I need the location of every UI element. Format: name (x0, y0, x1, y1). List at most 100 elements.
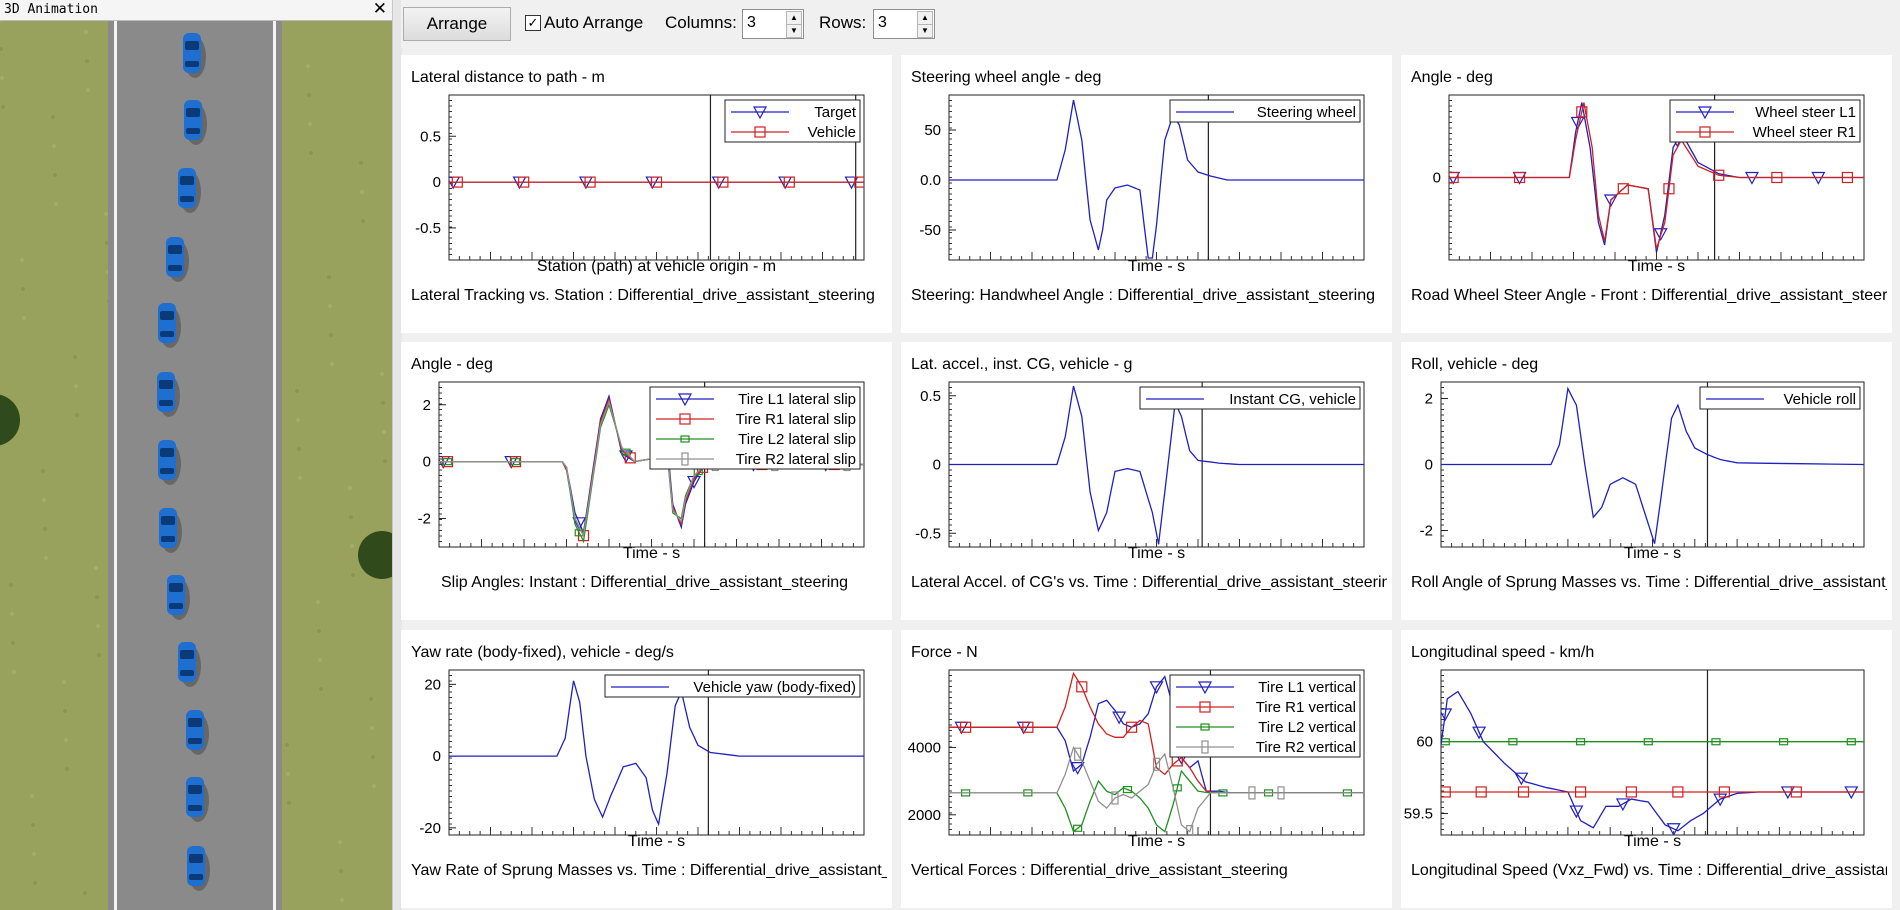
plot-panel[interactable]: Lat. accel., inst. CG, vehicle - g Time -… (901, 342, 1392, 620)
grass-texture (370, 726, 374, 730)
grass-texture (297, 447, 301, 451)
plot-panel[interactable]: Angle - deg Time - s Slip Angles: Instant … (401, 342, 892, 620)
legend-label: Target (814, 104, 857, 121)
grass-texture (31, 823, 35, 827)
grass-texture (21, 287, 25, 291)
grass-texture (33, 881, 37, 885)
grass-texture (319, 687, 323, 691)
plot-canvas[interactable]: 2 0 -2 Vehicle roll (1401, 342, 1892, 620)
grass-texture (63, 709, 67, 713)
columns-input[interactable] (745, 12, 787, 34)
grass-texture (9, 583, 13, 587)
y-tick-label: -2 (418, 511, 431, 528)
y-tick-label: 0 (933, 457, 941, 474)
grass-texture (371, 755, 375, 759)
columns-down-icon[interactable]: ▼ (786, 24, 802, 38)
grass-texture (11, 641, 15, 645)
plot-canvas[interactable]: 60 59.5 (1401, 630, 1892, 908)
columns-spinner[interactable]: ▲ ▼ (742, 9, 804, 39)
plot-canvas[interactable]: 2 0 -2 Tire L1 lateral slip Tire R1 lateral … (401, 342, 892, 620)
rows-input[interactable] (876, 12, 918, 34)
grass-texture (286, 772, 290, 776)
close-icon[interactable]: ✕ (373, 0, 387, 19)
lane-line-right (273, 20, 276, 910)
legend-label: Tire L2 vertical (1258, 719, 1356, 736)
plot-panel[interactable]: Longitudinal speed - km/h Time - s Longitu… (1401, 630, 1892, 908)
plot-canvas[interactable]: 50 0.0 -50 Steering wheel (901, 55, 1392, 333)
grass-texture (75, 413, 79, 417)
legend-label: Vehicle yaw (body-fixed) (693, 679, 856, 696)
plot-panel[interactable]: Roll, vehicle - deg Time - s Roll Angle of… (1401, 342, 1892, 620)
y-tick-label: 59.5 (1404, 805, 1433, 822)
grass-texture (97, 653, 101, 657)
y-tick-label: 50 (924, 122, 941, 139)
rows-label: Rows: (819, 13, 867, 32)
rows-up-icon[interactable]: ▲ (917, 11, 933, 25)
grass-texture (22, 316, 26, 320)
grass-texture (285, 743, 289, 747)
rows-spinner[interactable]: ▲ ▼ (873, 9, 935, 39)
grass-texture (41, 469, 45, 473)
grass-texture (74, 384, 78, 388)
grass-texture (96, 624, 100, 628)
window-title: 3D Animation (4, 2, 98, 17)
grass-texture (62, 680, 66, 684)
columns-up-icon[interactable]: ▲ (786, 11, 802, 25)
arrange-button[interactable]: Arrange (403, 7, 511, 41)
grass-texture (296, 418, 300, 422)
y-tick-label: 0 (433, 174, 441, 191)
y-tick-label: -0.5 (415, 220, 441, 237)
grass-texture (51, 115, 55, 119)
rows-down-icon[interactable]: ▼ (917, 24, 933, 38)
plot-panel[interactable]: Yaw rate (body-fixed), vehicle - deg/s Ti… (401, 630, 892, 908)
legend-label: Tire R2 lateral slip (736, 451, 856, 468)
grass-texture (359, 161, 363, 165)
legend-label: Vehicle (808, 124, 856, 141)
grass-texture (380, 372, 384, 376)
plot-panel[interactable]: Force - N Time - s Vertical Forces : Diffe… (901, 630, 1392, 908)
auto-arrange-checkbox[interactable]: ✓ (525, 15, 541, 31)
grass-texture (383, 459, 387, 463)
legend-label: Tire L1 lateral slip (738, 391, 856, 408)
grass-texture (338, 840, 342, 844)
road (108, 20, 282, 910)
plot-canvas[interactable]: 4000 2000 Tire L1 vertical Tire R1 vertical… (901, 630, 1392, 908)
grass-texture (360, 190, 364, 194)
y-tick-label: 2 (423, 397, 431, 414)
plot-canvas[interactable]: 0 Wheel steer L1 Wheel steer R1 (1401, 55, 1892, 333)
animation-titlebar: 3D Animation ✕ (0, 0, 392, 21)
animation-viewport[interactable] (0, 20, 392, 910)
grass-texture (94, 566, 98, 570)
grass-texture (65, 767, 69, 771)
y-tick-label: 0.0 (920, 172, 941, 189)
grass-texture (52, 144, 56, 148)
auto-arrange-label: Auto Arrange (544, 13, 644, 32)
grass-texture (317, 629, 321, 633)
grass-texture (30, 794, 34, 798)
plot-canvas[interactable]: 20 0 -20 Vehicle yaw (body-fixed) (401, 630, 892, 908)
grass-texture (44, 556, 48, 560)
y-tick-label: 2000 (908, 807, 941, 824)
plot-panel[interactable]: Steering wheel angle - deg Time - s Steeri… (901, 55, 1392, 333)
lane-line-left (114, 20, 117, 910)
y-tick-label: 60 (1416, 734, 1433, 751)
grass-texture (327, 275, 331, 279)
grass-texture (1, 105, 5, 109)
columns-label: Columns: (665, 13, 737, 32)
plot-panel[interactable]: Angle - deg Time - s Road Wheel Steer Angl… (1401, 55, 1892, 333)
legend-label: Tire L2 lateral slip (738, 431, 856, 448)
grass-texture (64, 738, 68, 742)
grass-texture (295, 389, 299, 393)
grass-texture (12, 670, 16, 674)
y-tick-label: 2 (1425, 391, 1433, 408)
legend-label: Wheel steer L1 (1755, 104, 1856, 121)
grass-texture (54, 202, 58, 206)
y-tick-label: -50 (919, 222, 941, 239)
plot-canvas[interactable]: 0.5 0 -0.5 Instant CG, vehicle (901, 342, 1392, 620)
plot-canvas[interactable]: 0.5 0 -0.5 Target Vehicle (401, 55, 892, 333)
grass-texture (287, 801, 291, 805)
grass-texture (381, 401, 385, 405)
plot-panel[interactable]: Lateral distance to path - m Station (pat… (401, 55, 892, 333)
legend-label: Steering wheel (1257, 104, 1356, 121)
grass-texture (42, 498, 46, 502)
